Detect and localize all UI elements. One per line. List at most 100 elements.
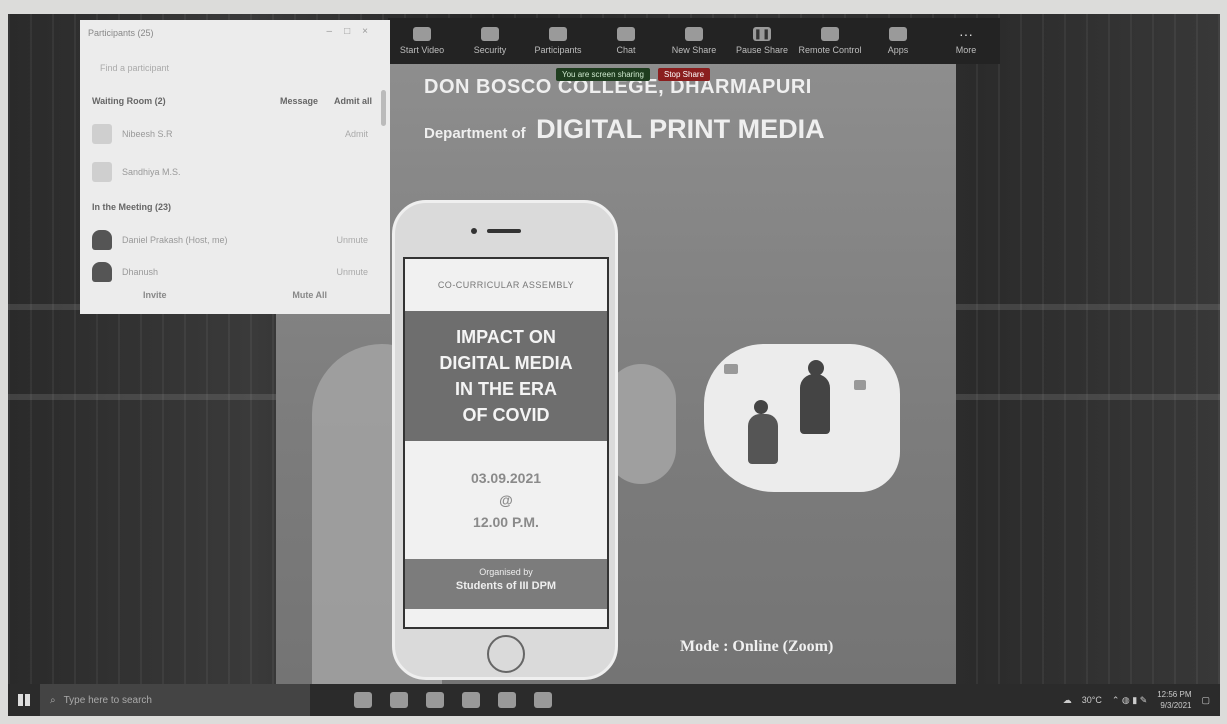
zoom-app-icon[interactable] bbox=[426, 692, 444, 708]
event-title-line: IN THE ERA bbox=[454, 379, 557, 399]
panel-window-controls[interactable]: –□× bbox=[327, 26, 380, 37]
avatar bbox=[92, 262, 112, 282]
tray-icons[interactable]: ⌃ ◍ ▮ ✎ bbox=[1112, 695, 1147, 706]
security-button[interactable]: Security bbox=[456, 18, 524, 64]
people-illustration bbox=[704, 344, 900, 492]
monitor-screen: DON BOSCO COLLEGE, DHARMAPURI Department… bbox=[8, 14, 1220, 706]
panel-title: Participants (25) bbox=[88, 28, 154, 38]
waiting-participant-row[interactable]: Nibeesh S.R Admit bbox=[92, 122, 368, 146]
person-head-figure bbox=[808, 360, 824, 376]
clock[interactable]: 12:56 PM 9/3/2021 bbox=[1157, 689, 1191, 711]
admit-all-button[interactable]: Admit all bbox=[334, 96, 372, 106]
participant-name: Nibeesh S.R bbox=[122, 129, 173, 139]
file-explorer-icon[interactable] bbox=[390, 692, 408, 708]
windows-logo-icon bbox=[18, 694, 30, 706]
apps-button[interactable]: Apps bbox=[864, 18, 932, 64]
avatar bbox=[92, 230, 112, 250]
event-mode: Mode : Online (Zoom) bbox=[680, 638, 834, 655]
app-icon[interactable] bbox=[498, 692, 516, 708]
participant-search-input[interactable]: Find a participant bbox=[92, 60, 374, 80]
event-time: 12.00 P.M. bbox=[473, 514, 539, 530]
unmute-button[interactable]: Unmute bbox=[336, 235, 368, 245]
screen-share-status: You are screen sharing Stop Share bbox=[556, 66, 711, 82]
windows-taskbar: ⌕ Type here to search ☁ 30°C ⌃ ◍ ▮ ✎ 12:… bbox=[8, 684, 1220, 716]
department-heading: Department of DIGITAL PRINT MEDIA bbox=[424, 114, 825, 145]
search-placeholder: Type here to search bbox=[63, 694, 152, 706]
participant-name: Daniel Prakash (Host, me) bbox=[122, 235, 228, 245]
new-share-button[interactable]: New Share bbox=[660, 18, 728, 64]
taskbar-search-input[interactable]: ⌕ Type here to search bbox=[40, 684, 310, 716]
search-icon: ⌕ bbox=[50, 694, 56, 706]
participants-panel: Participants (25) –□× Find a participant… bbox=[80, 20, 390, 314]
sitting-person-figure bbox=[748, 414, 778, 464]
weather-temp[interactable]: 30°C bbox=[1082, 695, 1102, 705]
department-prefix: Department of bbox=[424, 125, 526, 142]
chat-bubble-icon bbox=[724, 364, 738, 374]
shield-icon bbox=[481, 27, 499, 41]
meeting-participant-row[interactable]: Dhanush Unmute bbox=[92, 260, 368, 284]
event-title-line: OF COVID bbox=[462, 405, 550, 425]
standing-person-figure bbox=[800, 374, 830, 434]
message-button[interactable]: Message bbox=[280, 96, 318, 106]
app-icon[interactable] bbox=[462, 692, 480, 708]
chat-button[interactable]: Chat bbox=[592, 18, 660, 64]
toolbar-label: More bbox=[955, 45, 977, 55]
event-datetime: 03.09.2021 @ 12.00 P.M. bbox=[405, 441, 607, 533]
organiser-block: Organised by Students of III DPM bbox=[405, 559, 607, 609]
toolbar-label: Chat bbox=[616, 45, 636, 55]
photo-frame: DON BOSCO COLLEGE, DHARMAPURI Department… bbox=[0, 0, 1227, 724]
panel-scrollbar[interactable] bbox=[381, 90, 386, 126]
heart-icon bbox=[854, 380, 866, 390]
admit-button[interactable]: Admit bbox=[345, 129, 368, 139]
toolbar-label: Start Video bbox=[399, 45, 445, 55]
unmute-button[interactable]: Unmute bbox=[336, 267, 368, 277]
share-status-text: You are screen sharing bbox=[556, 67, 650, 81]
in-meeting-header[interactable]: In the Meeting (23) bbox=[92, 202, 171, 212]
stop-share-button[interactable]: Stop Share bbox=[657, 67, 711, 81]
meeting-participant-row[interactable]: Daniel Prakash (Host, me) Unmute bbox=[92, 228, 368, 252]
avatar bbox=[92, 162, 112, 182]
toolbar-label: Participants bbox=[534, 45, 582, 55]
weather-icon[interactable]: ☁ bbox=[1063, 695, 1072, 706]
organised-by-label: Organised by bbox=[479, 567, 533, 577]
avatar bbox=[92, 124, 112, 144]
invite-button[interactable]: Invite bbox=[143, 290, 167, 300]
share-icon bbox=[685, 27, 703, 41]
chat-icon bbox=[617, 27, 635, 41]
waiting-room-header[interactable]: Waiting Room (2) bbox=[92, 96, 166, 106]
photos-icon[interactable] bbox=[534, 692, 552, 708]
waiting-participant-row[interactable]: Sandhiya M.S. bbox=[92, 160, 368, 184]
mute-all-button[interactable]: Mute All bbox=[292, 290, 327, 300]
start-button[interactable] bbox=[8, 684, 40, 716]
event-category: CO-CURRICULAR ASSEMBLY bbox=[437, 280, 575, 290]
task-view-icon[interactable] bbox=[354, 692, 372, 708]
remote-control-button[interactable]: Remote Control bbox=[796, 18, 864, 64]
event-title-line: DIGITAL MEDIA bbox=[439, 353, 573, 373]
notification-icon[interactable]: ▢ bbox=[1201, 695, 1210, 706]
clock-time: 12:56 PM bbox=[1157, 690, 1192, 699]
more-icon: ··· bbox=[959, 26, 973, 42]
more-button[interactable]: ··· More bbox=[932, 18, 1000, 64]
toolbar-label: Remote Control bbox=[798, 45, 862, 55]
pinned-apps bbox=[354, 692, 552, 708]
phone-home-button bbox=[487, 635, 525, 673]
participant-name: Sandhiya M.S. bbox=[122, 167, 181, 177]
video-icon bbox=[413, 27, 431, 41]
start-video-button[interactable]: Start Video bbox=[388, 18, 456, 64]
zoom-meeting-toolbar: Start Video Security Participants Chat N… bbox=[388, 18, 1000, 64]
phone-mockup: CO-CURRICULAR ASSEMBLY IMPACT ON DIGITAL… bbox=[392, 200, 618, 680]
remote-icon bbox=[821, 27, 839, 41]
panel-footer: Invite Mute All bbox=[80, 290, 390, 300]
event-title-line: IMPACT ON bbox=[456, 327, 556, 347]
apps-icon bbox=[889, 27, 907, 41]
participants-button[interactable]: Participants bbox=[524, 18, 592, 64]
clock-date: 9/3/2021 bbox=[1160, 701, 1192, 710]
phone-screen: CO-CURRICULAR ASSEMBLY IMPACT ON DIGITAL… bbox=[403, 257, 609, 629]
pause-icon: ❚❚ bbox=[753, 27, 771, 41]
event-title: IMPACT ON DIGITAL MEDIA IN THE ERA OF CO… bbox=[405, 311, 607, 441]
phone-camera bbox=[471, 228, 477, 234]
pause-share-button[interactable]: ❚❚ Pause Share bbox=[728, 18, 796, 64]
people-icon bbox=[549, 27, 567, 41]
system-tray: ☁ 30°C ⌃ ◍ ▮ ✎ 12:56 PM 9/3/2021 ▢ bbox=[1063, 689, 1220, 711]
department-name: DIGITAL PRINT MEDIA bbox=[536, 114, 825, 144]
